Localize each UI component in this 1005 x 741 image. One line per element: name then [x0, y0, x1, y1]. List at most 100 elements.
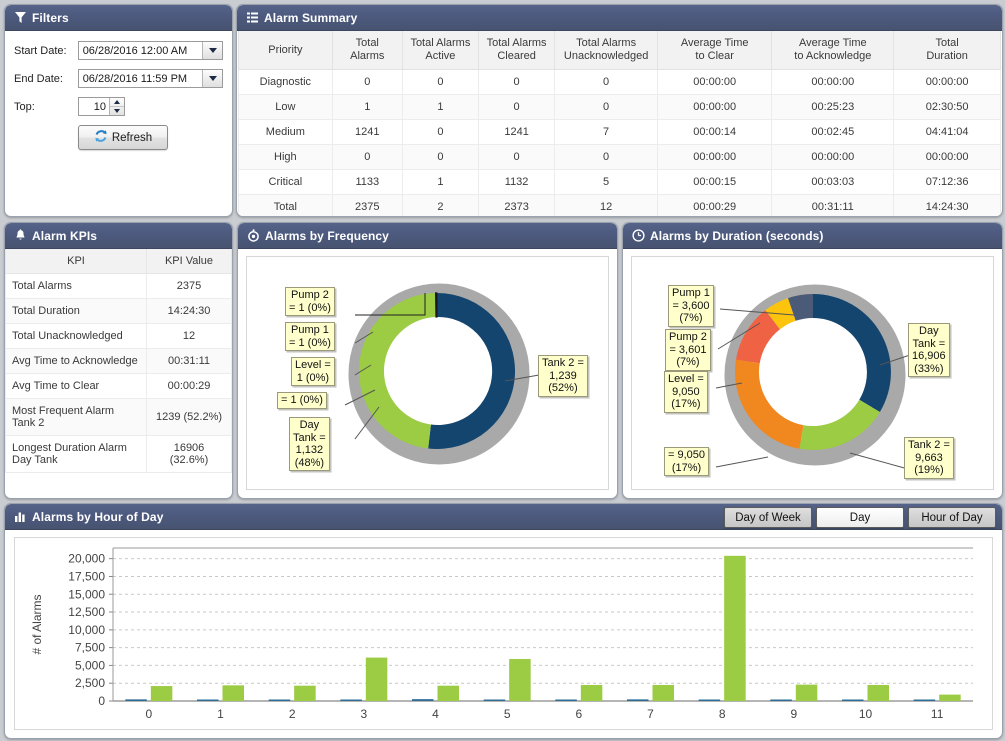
chevron-down-icon	[209, 76, 217, 81]
table-cell: 00:03:03	[772, 170, 894, 195]
x-tick-label[interactable]: 8	[719, 707, 726, 721]
kpi-name: Total Alarms	[6, 274, 147, 299]
table-cell: 0	[555, 95, 658, 120]
toggle-hour-of-day[interactable]: Hour of Day	[908, 507, 996, 528]
x-tick-label[interactable]: 11	[931, 707, 944, 721]
bar-duration-5[interactable]	[509, 659, 530, 701]
kpi-row[interactable]: Avg Time to Clear00:00:29	[6, 374, 232, 399]
table-row[interactable]: Diagnostic000000:00:0000:00:0000:00:00	[239, 70, 1001, 95]
y-tick-label[interactable]: 10,000	[68, 623, 105, 637]
table-cell: 7	[555, 120, 658, 145]
bar-duration-8[interactable]	[724, 556, 746, 701]
x-tick-label[interactable]: 3	[360, 707, 367, 721]
bar-count-2[interactable]	[269, 700, 291, 702]
bar-count-7[interactable]	[627, 699, 649, 701]
kpi-row[interactable]: Total Unacknowledged12	[6, 324, 232, 349]
x-tick-label[interactable]: 10	[859, 707, 873, 721]
top-stepper-buttons[interactable]	[109, 98, 124, 115]
bar-count-10[interactable]	[842, 700, 864, 702]
table-cell: 0	[332, 70, 402, 95]
refresh-button-label: Refresh	[112, 132, 152, 144]
alarms-by-frequency-header: Alarms by Frequency	[238, 223, 617, 249]
bar-duration-3[interactable]	[366, 658, 388, 701]
bar-duration-11[interactable]	[939, 695, 961, 701]
y-tick-label[interactable]: 7,500	[75, 641, 105, 655]
alarms-by-frequency-chart[interactable]: Pump 2 = 1 (0%) Pump 1 = 1 (0%) Level = …	[246, 256, 609, 490]
toggle-day-of-week[interactable]: Day of Week	[724, 507, 812, 528]
bar-count-8[interactable]	[699, 700, 721, 702]
bar-duration-2[interactable]	[294, 686, 316, 701]
duration-callout-tank2: Tank 2 = 9,663 (19%)	[904, 437, 954, 479]
y-tick-label[interactable]: 12,500	[68, 605, 105, 619]
bar-duration-7[interactable]	[653, 685, 675, 701]
table-row[interactable]: Medium124101241700:00:1400:02:4504:41:04	[239, 120, 1001, 145]
frequency-callout-level: Level = 1 (0%)	[291, 357, 335, 386]
kpi-row[interactable]: Total Duration14:24:30	[6, 299, 232, 324]
y-tick-label[interactable]: 20,000	[68, 552, 105, 566]
table-cell: 00:00:00	[658, 70, 772, 95]
frequency-callout-pump1: Pump 1 = 1 (0%)	[285, 322, 335, 351]
bar-duration-1[interactable]	[223, 685, 245, 701]
stepper-up-button[interactable]	[110, 98, 124, 107]
frequency-callout-blank: = 1 (0%)	[277, 392, 327, 409]
bar-duration-9[interactable]	[796, 685, 818, 701]
bar-count-11[interactable]	[914, 700, 936, 702]
x-tick-label[interactable]: 2	[289, 707, 296, 721]
x-tick-label[interactable]: 0	[145, 707, 152, 721]
y-tick-label[interactable]: 15,000	[68, 587, 105, 601]
table-row[interactable]: Total2375223731200:00:2900:31:1114:24:30	[239, 195, 1001, 218]
start-date-input[interactable]: 06/28/2016 12:00 AM	[78, 41, 223, 60]
kpi-row[interactable]: Longest Duration AlarmDay Tank16906 (32.…	[6, 436, 232, 473]
frequency-callout-pump2: Pump 2 = 1 (0%)	[285, 287, 335, 316]
bar-count-0[interactable]	[125, 699, 147, 701]
alarms-by-hour-of-day-chart[interactable]: 0 2,500 5,000 7,500 10,000 12,500 15,000 17,500…	[14, 537, 993, 730]
toggle-day[interactable]: Day	[816, 507, 904, 528]
x-tick-label[interactable]: 4	[432, 707, 439, 721]
kpi-name: Avg Time to Acknowledge	[6, 349, 147, 374]
alarm-summary-title: Alarm Summary	[264, 11, 357, 25]
bar-count-3[interactable]	[340, 700, 362, 702]
alarm-summary-table: PriorityTotalAlarmsTotal AlarmsActiveTot…	[238, 31, 1001, 217]
kpi-row[interactable]: Most Frequent AlarmTank 21239 (52.2%)	[6, 399, 232, 436]
kpi-column-header-0: KPI	[6, 249, 147, 274]
x-tick-label[interactable]: 9	[790, 707, 797, 721]
top-stepper[interactable]: 10	[78, 97, 125, 116]
table-row[interactable]: Critical113311132500:00:1500:03:0307:12:…	[239, 170, 1001, 195]
stepper-down-button[interactable]	[110, 107, 124, 115]
bar-count-9[interactable]	[770, 700, 792, 702]
bar-duration-4[interactable]	[438, 686, 460, 701]
y-tick-label[interactable]: 0	[98, 694, 105, 708]
table-cell: 0	[332, 145, 402, 170]
table-cell: 07:12:36	[894, 170, 1001, 195]
table-row[interactable]: Low110000:00:0000:25:2302:30:50	[239, 95, 1001, 120]
table-cell: Critical	[239, 170, 333, 195]
bar-count-4[interactable]	[412, 699, 434, 701]
refresh-button[interactable]: Refresh	[78, 125, 168, 150]
alarms-by-duration-chart[interactable]: Pump 1 = 3,600 (7%) Pump 2 = 3,601 (7%) …	[631, 256, 994, 490]
y-tick-label[interactable]: 2,500	[75, 676, 105, 690]
column-header-3: Total AlarmsCleared	[479, 31, 555, 70]
x-tick-label[interactable]: 1	[217, 707, 224, 721]
bar-chart-icon	[13, 510, 27, 524]
bar-count-5[interactable]	[484, 700, 506, 702]
bar-duration-6[interactable]	[581, 685, 603, 701]
kpi-row[interactable]: Total Alarms2375	[6, 274, 232, 299]
end-date-input[interactable]: 06/28/2016 11:59 PM	[78, 69, 223, 88]
bar-count-6[interactable]	[555, 700, 577, 702]
table-row[interactable]: High000000:00:0000:00:0000:00:00	[239, 145, 1001, 170]
end-date-dropdown-button[interactable]	[202, 70, 222, 87]
bar-duration-10[interactable]	[868, 685, 890, 701]
x-tick-label[interactable]: 7	[647, 707, 654, 721]
x-tick-label[interactable]: 5	[504, 707, 511, 721]
y-tick-label[interactable]: 17,500	[68, 569, 105, 583]
kpi-row[interactable]: Avg Time to Acknowledge00:31:11	[6, 349, 232, 374]
x-tick-label[interactable]: 6	[575, 707, 582, 721]
start-date-dropdown-button[interactable]	[202, 42, 222, 59]
kpi-value: 12	[147, 324, 232, 349]
y-axis-title[interactable]: # of Alarms	[30, 594, 44, 654]
duration-callout-pump2: Pump 2 = 3,601 (7%)	[665, 329, 711, 371]
bar-count-1[interactable]	[197, 700, 219, 702]
bar-duration-0[interactable]	[151, 686, 173, 701]
y-tick-label[interactable]: 5,000	[75, 658, 105, 672]
alarm-kpis-header: Alarm KPIs	[5, 223, 232, 249]
